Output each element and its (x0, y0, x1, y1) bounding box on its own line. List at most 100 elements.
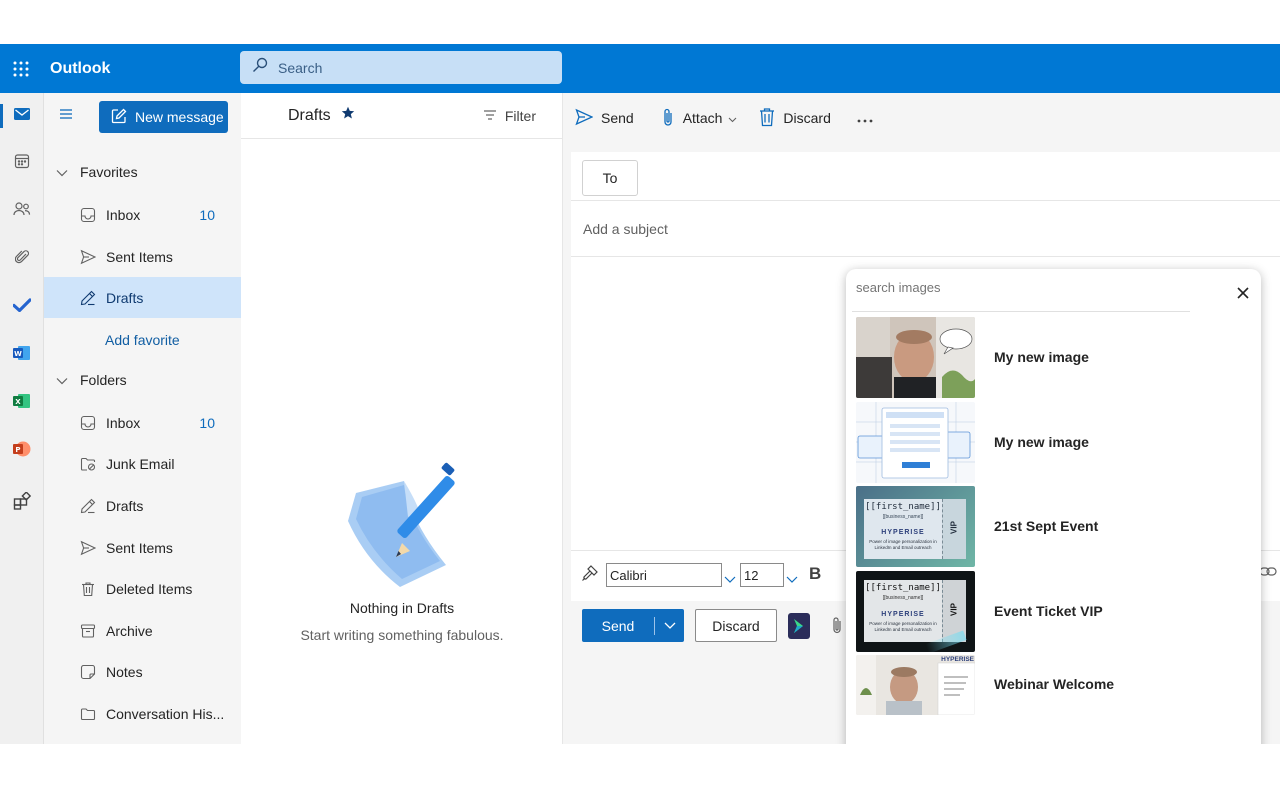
close-icon[interactable] (1233, 283, 1253, 303)
more-dots-icon (857, 110, 873, 126)
notes-icon (80, 664, 98, 680)
star-icon[interactable] (341, 106, 355, 125)
ticket-description: Power of image personalization in Linked… (869, 538, 937, 550)
chevron-down-icon[interactable] (655, 622, 684, 630)
link-icon[interactable] (1259, 565, 1277, 584)
search-input[interactable]: Search (278, 60, 322, 76)
subject-input[interactable]: Add a subject (583, 221, 668, 237)
fav-sent-items[interactable]: Sent Items (44, 236, 241, 277)
files-app-button[interactable] (0, 241, 44, 277)
ticket-business-text: [[business_name]] (882, 594, 924, 601)
image-item[interactable]: [[first_name]] [[business_name]] HYPERIS… (856, 485, 1251, 567)
ticket-brand-text: HYPERISE (881, 610, 925, 618)
folder-inbox[interactable]: Inbox 10 (44, 402, 241, 443)
new-message-button[interactable]: New message (99, 101, 228, 133)
image-item[interactable]: My new image (856, 401, 1251, 483)
unread-count: 10 (199, 414, 215, 431)
word-icon: W (13, 345, 31, 366)
toolbar-discard-button[interactable]: Discard (759, 107, 831, 130)
fav-inbox[interactable]: Inbox 10 (44, 194, 241, 235)
people-icon (13, 201, 31, 222)
folder-notes[interactable]: Notes (44, 651, 241, 692)
folder-deleted-items[interactable]: Deleted Items (44, 568, 241, 609)
drafts-pencil-icon (80, 498, 98, 514)
image-item[interactable]: HYPERISE Webinar Welcome (856, 655, 1251, 737)
folder-sent-items[interactable]: Sent Items (44, 527, 241, 568)
chevron-down-icon[interactable] (724, 571, 736, 589)
powerpoint-app-button[interactable]: P (0, 433, 44, 469)
format-painter-icon[interactable] (581, 564, 599, 587)
app-title[interactable]: Outlook (50, 60, 240, 78)
chevron-down-icon[interactable] (786, 571, 798, 589)
more-options-button[interactable] (857, 110, 873, 126)
fav-drafts[interactable]: Drafts (44, 277, 241, 318)
add-favorite-link[interactable]: Add favorite (44, 319, 241, 360)
ticket-name-text: [[first_name]] (865, 501, 941, 512)
image-name: Webinar Welcome (994, 676, 1115, 692)
discard-button[interactable]: Discard (695, 609, 777, 642)
image-thumbnail[interactable]: HYPERISE (856, 655, 975, 715)
app-launcher-icon[interactable] (0, 44, 42, 93)
favorites-label: Favorites (80, 163, 138, 180)
favorites-section[interactable]: Favorites (44, 151, 241, 192)
send-icon (80, 540, 98, 556)
image-thumbnail[interactable]: [[first_name]] [[business_name]] HYPERIS… (856, 570, 975, 652)
folder-title: Drafts (288, 106, 331, 124)
folder-label: Junk Email (106, 455, 175, 472)
filter-button[interactable]: Filter (483, 108, 536, 124)
folders-section[interactable]: Folders (44, 359, 241, 400)
folder-icon (80, 706, 98, 722)
send-button[interactable]: Send (582, 609, 684, 642)
toolbar-attach-button[interactable]: Attach (661, 107, 738, 130)
powerpoint-icon: P (13, 440, 31, 463)
message-list: Drafts Filter Nothing in Drafts Start wr… (241, 93, 563, 744)
more-apps-button[interactable] (0, 485, 44, 521)
toolbar-send-button[interactable]: Send (575, 108, 634, 129)
folder-label: Sent Items (106, 248, 173, 265)
unread-count: 10 (199, 206, 215, 223)
compose-toolbar: Send Attach Discard (563, 93, 1280, 143)
todo-app-button[interactable] (0, 289, 44, 325)
mail-app-button[interactable] (0, 98, 44, 134)
ticket-business-text: [[business_name]] (882, 513, 924, 520)
folder-label: Notes (106, 663, 143, 680)
archive-icon (80, 623, 98, 639)
image-thumbnail[interactable] (856, 316, 975, 398)
compose-icon (111, 108, 127, 127)
folder-drafts[interactable]: Drafts (44, 485, 241, 526)
folder-archive[interactable]: Archive (44, 610, 241, 651)
excel-app-button[interactable]: X (0, 385, 44, 421)
image-thumbnail[interactable] (856, 401, 975, 483)
chevron-down-icon (56, 164, 68, 180)
attach-label: Attach (682, 110, 723, 126)
svg-text:P: P (15, 446, 20, 454)
folder-label: Deleted Items (106, 580, 193, 597)
folders-label: Folders (80, 371, 127, 388)
image-name: 21st Sept Event (994, 518, 1099, 534)
divider (571, 200, 1280, 201)
to-button[interactable]: To (582, 160, 638, 196)
message-list-header: Drafts Filter (241, 93, 562, 139)
send-label: Send (601, 110, 634, 126)
font-family-select[interactable]: Calibri (606, 563, 722, 587)
bold-button[interactable]: B (809, 564, 821, 584)
empty-drafts-illustration (346, 461, 458, 596)
folder-junk-email[interactable]: Junk Email (44, 443, 241, 484)
people-app-button[interactable] (0, 193, 44, 229)
hyperise-addin-icon[interactable] (788, 613, 810, 639)
image-item[interactable]: [[first_name]] [[business_name]] HYPERIS… (856, 570, 1251, 652)
hamburger-menu-icon[interactable] (58, 107, 74, 125)
folder-label: Inbox (106, 414, 141, 431)
ticket-name-text: [[first_name]] (865, 582, 941, 593)
image-item[interactable]: My new image (856, 316, 1251, 398)
font-size-select[interactable]: 12 (740, 563, 784, 587)
folder-label: Conversation His... (106, 705, 225, 722)
word-app-button[interactable]: W (0, 337, 44, 373)
folder-label: Sent Items (106, 539, 173, 556)
search-box[interactable]: Search (240, 51, 562, 84)
image-search-input[interactable] (856, 280, 1190, 295)
paperclip-icon[interactable] (831, 616, 843, 639)
calendar-app-button[interactable] (0, 145, 44, 181)
folder-conversation-history[interactable]: Conversation His... (44, 693, 241, 734)
image-thumbnail[interactable]: [[first_name]] [[business_name]] HYPERIS… (856, 485, 975, 567)
